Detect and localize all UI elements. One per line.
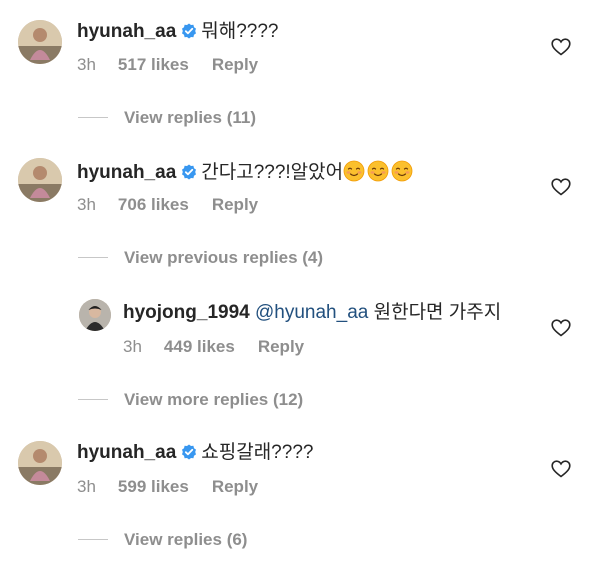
reply-button[interactable]: Reply [212, 194, 258, 216]
view-replies-label: View replies (6) [124, 530, 248, 549]
comment-meta: 3h 599 likes Reply [77, 476, 258, 498]
verified-badge-icon [182, 444, 197, 460]
comment-text: 뭐해???? [201, 21, 279, 42]
username[interactable]: hyunah_aa [77, 442, 176, 463]
divider-dash [78, 539, 108, 540]
username[interactable]: hyunah_aa [77, 162, 176, 183]
reply-button[interactable]: Reply [258, 336, 304, 358]
smiling-face-icon [367, 160, 389, 182]
comment-header: hyunah_aa 쇼핑갈래???? [77, 441, 313, 465]
likes-count[interactable]: 706 likes [118, 194, 189, 216]
verified-badge-icon [182, 23, 197, 39]
avatar[interactable] [79, 299, 111, 331]
smiling-face-icon [343, 160, 365, 182]
timestamp: 3h [77, 55, 96, 74]
smiling-face-icon [391, 160, 413, 182]
comment-text: 쇼핑갈래???? [201, 442, 314, 463]
comment-text: 간다고???!알았어 [201, 162, 344, 183]
view-replies-link[interactable]: View replies (6) [78, 529, 247, 551]
verified-badge-icon [182, 164, 197, 180]
view-replies-link[interactable]: View replies (11) [78, 107, 256, 129]
view-more-replies-link[interactable]: View more replies (12) [78, 389, 303, 411]
likes-count[interactable]: 449 likes [164, 336, 235, 358]
reply-button[interactable]: Reply [212, 54, 258, 76]
likes-count[interactable]: 599 likes [118, 476, 189, 498]
avatar[interactable] [18, 158, 62, 202]
username[interactable]: hyojong_1994 [123, 302, 250, 323]
comment-meta: 3h 517 likes Reply [77, 54, 258, 76]
view-replies-label: View more replies (12) [124, 390, 304, 409]
comment-meta: 3h 706 likes Reply [77, 194, 258, 216]
view-previous-replies-link[interactable]: View previous replies (4) [78, 247, 323, 269]
heart-icon[interactable] [551, 38, 571, 56]
likes-count[interactable]: 517 likes [118, 54, 189, 76]
view-replies-label: View previous replies (4) [124, 248, 324, 267]
avatar[interactable] [18, 20, 62, 64]
heart-icon[interactable] [551, 460, 571, 478]
comment-header: hyunah_aa 뭐해???? [77, 20, 279, 44]
mention-link[interactable]: @hyunah_aa [255, 302, 368, 323]
divider-dash [78, 117, 108, 118]
timestamp: 3h [77, 195, 96, 214]
username[interactable]: hyunah_aa [77, 21, 176, 42]
comment-header: hyunah_aa 간다고???!알았어 [77, 160, 415, 185]
heart-icon[interactable] [551, 178, 571, 196]
comment-text: 원한다면 가주지 [373, 302, 502, 323]
comment-meta: 3h 449 likes Reply [123, 336, 304, 358]
comment-header: hyojong_1994 @hyunah_aa 원한다면 가주지 [123, 301, 501, 325]
divider-dash [78, 399, 108, 400]
divider-dash [78, 257, 108, 258]
timestamp: 3h [123, 337, 142, 356]
reply-button[interactable]: Reply [212, 476, 258, 498]
view-replies-label: View replies (11) [124, 108, 256, 127]
timestamp: 3h [77, 477, 96, 496]
avatar[interactable] [18, 441, 62, 485]
heart-icon[interactable] [551, 319, 571, 337]
